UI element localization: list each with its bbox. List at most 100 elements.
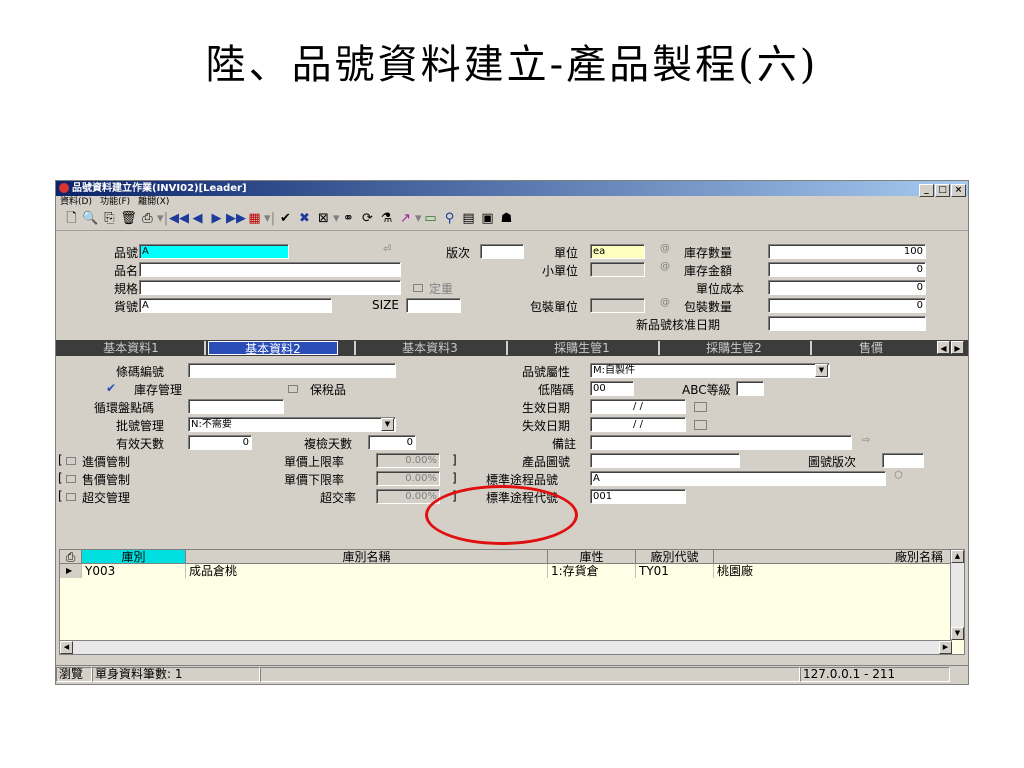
small-unit-input[interactable] (590, 262, 645, 277)
col-factory-code[interactable]: 廠別代號 (636, 550, 714, 564)
tab-basic-3[interactable]: 基本資料3 (360, 341, 500, 355)
item-name-label: 品名 (114, 264, 139, 278)
tab-basic-2[interactable]: 基本資料2 (208, 341, 338, 356)
toolbar: 🗋 🔍 ⎘ 🗑 ⎙ ▾|◀◀ ◀ ▶ ▶▶ ▦ ▾| ✔ ✖ ⊠ ▾ ⚭ ⟳ ⚗ ↗ ▾ ▭ ⚲ ▤ ▣ ☗ (56, 208, 968, 231)
valid-days-input[interactable]: 0 (188, 435, 252, 450)
cube-icon[interactable]: ⬡ (894, 470, 903, 481)
item-attr-value: M:自製件 (593, 365, 635, 376)
table-row-warehouse[interactable]: Y003 (82, 564, 186, 578)
lookup-icon[interactable]: ⏎ (383, 244, 391, 255)
over-delivery-checkbox[interactable] (66, 493, 76, 501)
menu-bar: 資料(D) 功能(F) 離開(X) (56, 196, 968, 208)
vertical-scrollbar[interactable]: ▲ ▼ (950, 550, 964, 640)
delete-icon[interactable]: 🗑 (119, 208, 138, 230)
link-icon[interactable]: ⚭ (339, 208, 358, 230)
minimize-button[interactable]: _ (919, 184, 934, 197)
fixed-weight-checkbox[interactable] (413, 284, 423, 292)
tab-purchase-2[interactable]: 採購生管2 (664, 341, 804, 355)
batch-mgmt-select[interactable]: N:不需要 ▼ (188, 417, 396, 432)
user-icon[interactable]: ☗ (497, 208, 516, 230)
arrow-right-icon[interactable]: ⇨ (862, 435, 870, 446)
scroll-down-icon[interactable]: ▼ (951, 627, 964, 640)
col-type[interactable]: 庫性 (548, 550, 636, 564)
bonded-checkbox[interactable] (288, 385, 298, 393)
menu-data[interactable]: 資料(D) (60, 197, 92, 207)
abc-input[interactable] (736, 381, 764, 396)
cargo-no-input[interactable]: A (139, 298, 332, 313)
preview-icon[interactable]: 🔍 (81, 208, 100, 230)
new-doc-icon[interactable]: 🗋 (62, 208, 81, 230)
drawing-ver-input[interactable] (882, 453, 924, 468)
print-icon[interactable]: ⎙ (138, 208, 157, 230)
low-level-label: 低階碼 (538, 383, 575, 397)
chevron-down-icon[interactable]: ▼ (815, 364, 828, 377)
col-factory-name[interactable]: 廠別名稱 (714, 550, 952, 564)
valid-days-label: 有效天數 (116, 437, 165, 451)
copy-icon[interactable]: ⎘ (100, 208, 119, 230)
chevron-down-icon[interactable]: ▼ (381, 418, 394, 431)
prev-record-icon[interactable]: ◀ (188, 208, 207, 230)
tab-next-icon[interactable]: ▶ (951, 341, 964, 354)
grid-corner-icon[interactable]: ⎙ (60, 550, 82, 564)
effective-date-input[interactable]: / / (590, 399, 686, 414)
table-row-warehouse-name[interactable]: 成品倉桃 (186, 564, 548, 578)
calendar-icon[interactable] (694, 420, 707, 430)
item-attr-select[interactable]: M:自製件 ▼ (590, 363, 830, 378)
upper-limit-input[interactable]: 0.00% (376, 453, 440, 468)
scroll-right-icon[interactable]: ▶ (939, 641, 952, 654)
horizontal-scrollbar[interactable]: ◀ ▶ (60, 640, 952, 654)
menu-exit[interactable]: 離開(X) (138, 197, 169, 207)
tab-price[interactable]: 售價 (816, 341, 926, 355)
pack-unit-input[interactable] (590, 298, 645, 313)
tab-prev-icon[interactable]: ◀ (937, 341, 950, 354)
barcode-input[interactable] (188, 363, 396, 378)
purchase-price-ctrl-checkbox[interactable] (66, 457, 76, 465)
over-rate-input[interactable]: 0.00% (376, 489, 440, 504)
tab-basic-1[interactable]: 基本資料1 (66, 341, 196, 355)
note-input[interactable] (590, 435, 852, 450)
table-row-type[interactable]: 1:存貨倉 (548, 564, 636, 578)
size-input[interactable] (406, 298, 461, 313)
filter-icon[interactable]: ⚗ (377, 208, 396, 230)
browse-icon[interactable]: ▦ (245, 208, 264, 230)
sale-price-ctrl-checkbox[interactable] (66, 475, 76, 483)
calc-icon[interactable]: ▣ (478, 208, 497, 230)
scroll-left-icon[interactable]: ◀ (60, 641, 73, 654)
std-route-item-input[interactable]: A (590, 471, 886, 486)
title-bar: 品號資料建立作業(INVI02)[Leader] _ □ × (56, 181, 968, 197)
spec-input[interactable] (139, 280, 401, 295)
col-warehouse[interactable]: 庫別 (82, 550, 186, 564)
col-warehouse-name[interactable]: 庫別名稱 (186, 550, 548, 564)
next-record-icon[interactable]: ▶ (207, 208, 226, 230)
item-name-input[interactable] (139, 262, 401, 277)
confirm-icon[interactable]: ✔ (276, 208, 295, 230)
query-icon[interactable]: ⊠ (314, 208, 333, 230)
low-level-input[interactable]: 00 (590, 381, 634, 396)
book-icon[interactable]: ▤ (459, 208, 478, 230)
version-input[interactable] (480, 244, 524, 259)
calendar-icon[interactable] (694, 402, 707, 412)
menu-function[interactable]: 功能(F) (100, 197, 130, 207)
attach-icon[interactable]: ⚲ (440, 208, 459, 230)
cycle-count-input[interactable] (188, 399, 284, 414)
folder-icon[interactable]: ▭ (421, 208, 440, 230)
item-no-input[interactable]: A (139, 244, 289, 259)
expire-date-input[interactable]: / / (590, 417, 686, 432)
chart-icon[interactable]: ↗ (396, 208, 415, 230)
table-row-factory-name[interactable]: 桃園廠 (714, 564, 952, 578)
recheck-days-input[interactable]: 0 (368, 435, 416, 450)
lower-limit-input[interactable]: 0.00% (376, 471, 440, 486)
tab-purchase-1[interactable]: 採購生管1 (512, 341, 652, 355)
std-route-code-input[interactable]: 001 (590, 489, 686, 504)
stock-qty-label: 庫存數量 (684, 246, 733, 260)
scroll-up-icon[interactable]: ▲ (951, 550, 964, 563)
refresh-icon[interactable]: ⟳ (358, 208, 377, 230)
drawing-no-input[interactable] (590, 453, 740, 468)
maximize-button[interactable]: □ (935, 184, 950, 197)
cancel-icon[interactable]: ✖ (295, 208, 314, 230)
first-record-icon[interactable]: ◀◀ (169, 208, 189, 230)
close-button[interactable]: × (951, 184, 966, 197)
last-record-icon[interactable]: ▶▶ (226, 208, 246, 230)
table-row-factory-code[interactable]: TY01 (636, 564, 714, 578)
unit-input[interactable]: ea (590, 244, 645, 259)
